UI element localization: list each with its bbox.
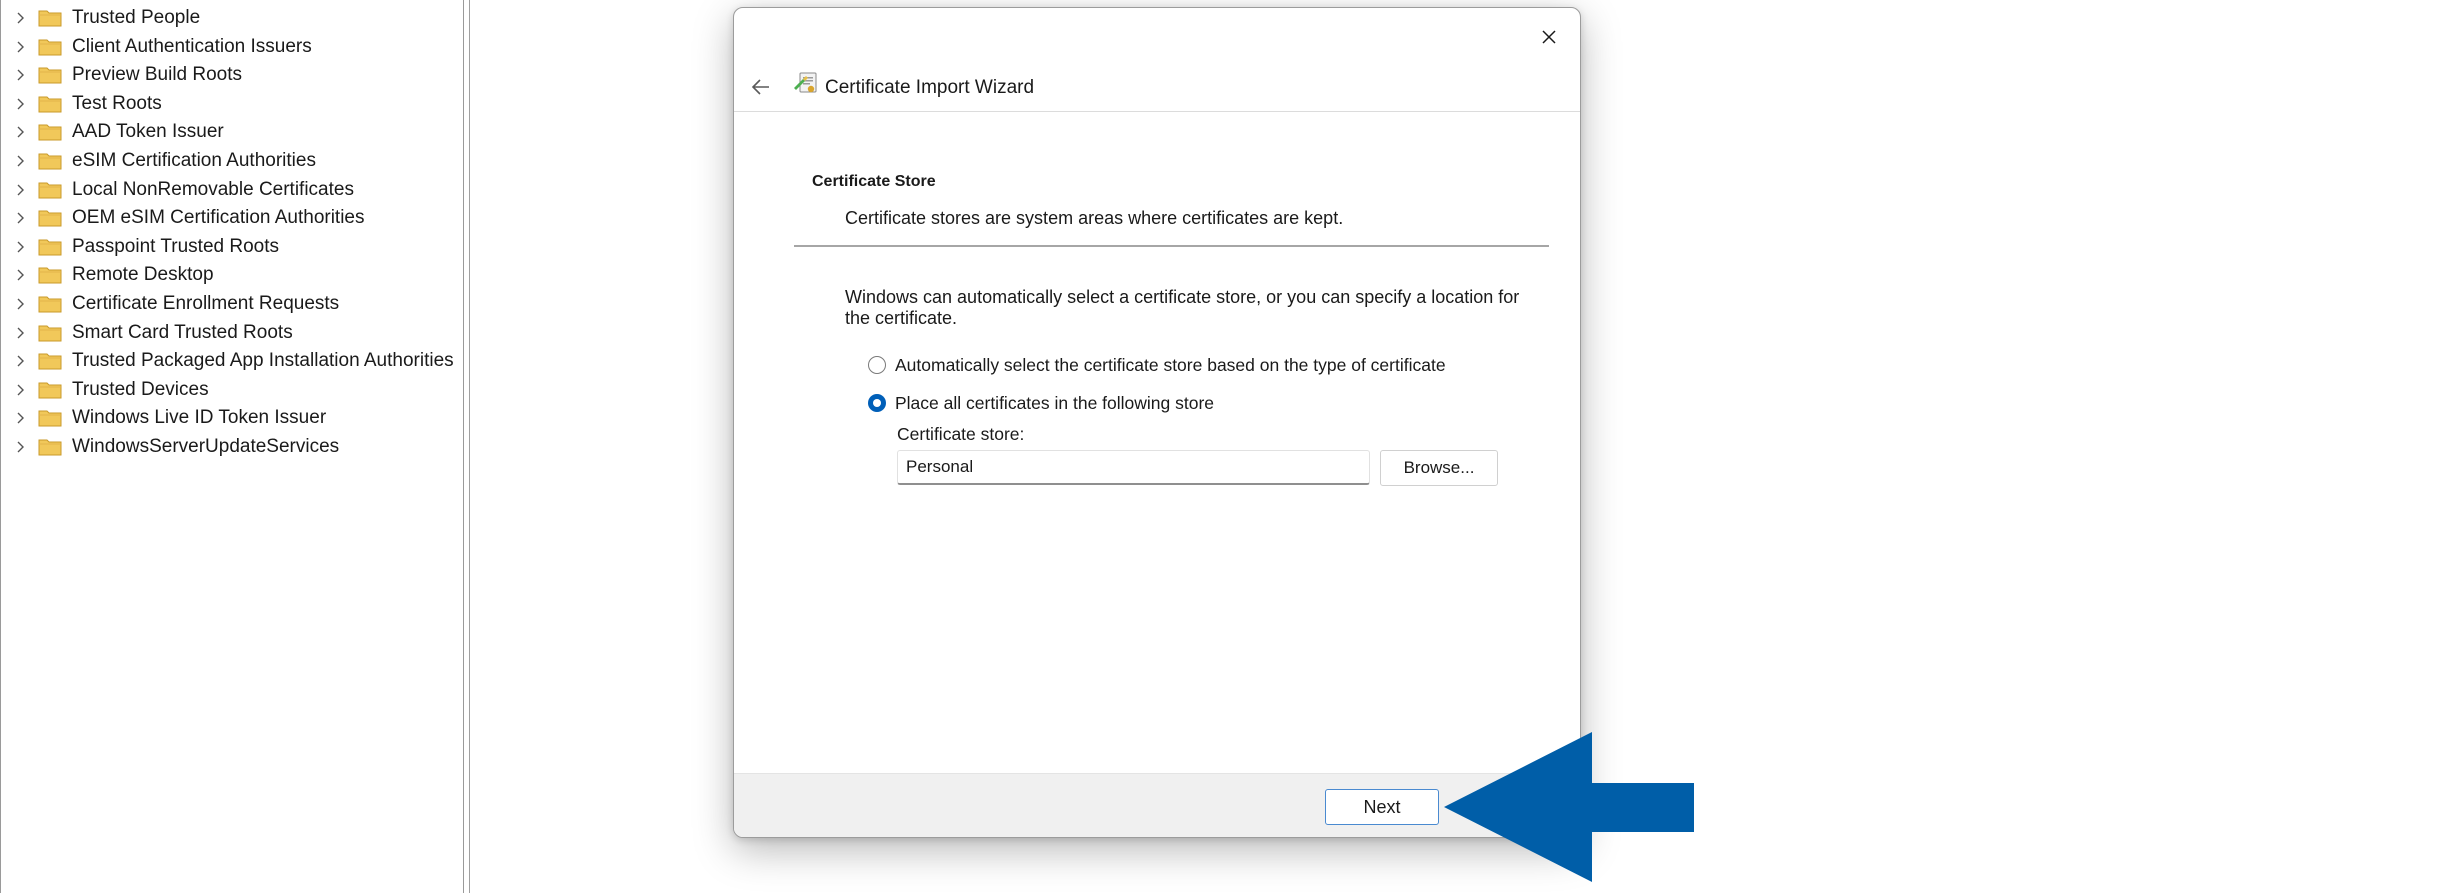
chevron-right-icon[interactable] [13,324,29,342]
section-divider [794,245,1549,247]
chevron-right-icon[interactable] [13,152,29,170]
tree-item-label: Certificate Enrollment Requests [72,293,340,314]
chevron-right-icon[interactable] [13,38,29,56]
folder-icon [38,124,62,141]
folder-icon [38,410,62,427]
certificate-wizard-icon [794,72,817,93]
pane-splitter[interactable] [469,0,470,893]
chevron-right-icon[interactable] [13,438,29,456]
intro-text: Windows can automatically select a certi… [845,287,1520,328]
tree-item-label: Windows Live ID Token Issuer [72,407,327,429]
tree-item-label: Trusted People [72,7,201,28]
dialog-title: Certificate Import Wizard [825,77,1035,98]
tree-item[interactable]: Passpoint Trusted Roots [1,233,461,261]
tree-item[interactable]: Trusted Devices [1,376,461,404]
certificate-import-wizard-dialog: Certificate Import Wizard Certificate St… [733,7,1581,838]
tree-item-label: Preview Build Roots [72,64,243,86]
chevron-right-icon[interactable] [13,95,29,113]
chevron-right-icon[interactable] [13,381,29,399]
tree-item-label: Trusted Devices [72,378,209,400]
folder-icon [38,67,62,84]
tree-item[interactable]: Windows Live ID Token Issuer [1,404,461,432]
section-description: Certificate stores are system areas wher… [845,208,1344,228]
tree-item[interactable]: Test Roots [1,90,461,118]
close-icon [1542,30,1556,44]
tree-item[interactable]: Client Authentication Issuers [1,33,461,61]
folder-icon [38,353,62,370]
folder-icon [38,96,62,113]
folder-icon [38,182,62,199]
certificate-store-field[interactable] [897,450,1370,485]
chevron-right-icon[interactable] [13,295,29,313]
chevron-right-icon[interactable] [13,9,29,27]
tree-item-label: Client Authentication Issuers [72,35,312,57]
chevron-right-icon[interactable] [13,409,29,427]
tree-item-label: eSIM Certification Authorities [72,150,316,171]
next-button[interactable]: Next [1325,789,1439,825]
tree-item[interactable]: Remote Desktop [1,261,461,289]
chevron-right-icon[interactable] [13,238,29,256]
chevron-right-icon[interactable] [13,266,29,284]
back-button[interactable] [744,70,778,104]
browse-button[interactable]: Browse... [1380,450,1498,486]
folder-icon [38,10,62,27]
close-button[interactable] [1532,20,1566,54]
tree-item[interactable]: eSIM Certification Authorities [1,147,461,175]
folder-icon [38,153,62,170]
folder-icon [38,210,62,227]
place-in-store-label[interactable]: Place all certificates in the following … [895,393,1214,414]
folder-icon [38,439,62,456]
section-title: Certificate Store [812,173,936,190]
auto-select-radio[interactable] [868,356,886,374]
folder-icon [38,296,62,313]
certificate-store-label: Certificate store: [897,424,1025,444]
tree-item[interactable]: Trusted Packaged App Installation Author… [1,347,461,375]
place-in-store-option[interactable]: Place all certificates in the following … [868,391,1214,415]
tree-item-label: Passpoint Trusted Roots [72,235,279,257]
folder-icon [38,325,62,342]
folder-icon [38,267,62,284]
tree-item[interactable]: AAD Token Issuer [1,118,461,146]
tree-item[interactable]: Preview Build Roots [1,61,461,89]
header-divider [734,111,1580,112]
auto-select-store-option[interactable]: Automatically select the certificate sto… [868,353,1446,377]
tree-item[interactable]: OEM eSIM Certification Authorities [1,204,461,232]
tree-item[interactable]: Local NonRemovable Certificates [1,176,461,204]
tree-item[interactable]: Trusted People [1,4,461,32]
tree-item-label: AAD Token Issuer [72,121,224,143]
chevron-right-icon[interactable] [13,66,29,84]
tree-item-label: WindowsServerUpdateServices [72,436,340,457]
place-in-store-radio[interactable] [868,394,886,412]
folder-icon [38,382,62,399]
chevron-right-icon[interactable] [13,209,29,227]
chevron-right-icon[interactable] [13,181,29,199]
tree-item[interactable]: Certificate Enrollment Requests [1,290,461,318]
tree-item-label: OEM eSIM Certification Authorities [72,207,365,229]
tree-item-label: Local NonRemovable Certificates [72,178,354,200]
tree-item[interactable]: Smart Card Trusted Roots [1,319,461,347]
callout-arrow-icon [1444,732,1694,882]
folder-icon [38,239,62,256]
tree-item-label: Smart Card Trusted Roots [72,321,293,343]
certificate-store-tree: Trusted People Client Authentication Issu… [0,0,464,893]
tree-item-label: Remote Desktop [72,264,214,286]
chevron-right-icon[interactable] [13,352,29,370]
tree-item-label: Trusted Packaged App Installation Author… [72,350,454,372]
arrow-left-icon [751,79,769,95]
chevron-right-icon[interactable] [13,123,29,141]
folder-icon [38,39,62,56]
tree-item-label: Test Roots [72,92,162,114]
tree-item[interactable]: WindowsServerUpdateServices [1,433,461,461]
auto-select-label[interactable]: Automatically select the certificate sto… [895,355,1446,376]
